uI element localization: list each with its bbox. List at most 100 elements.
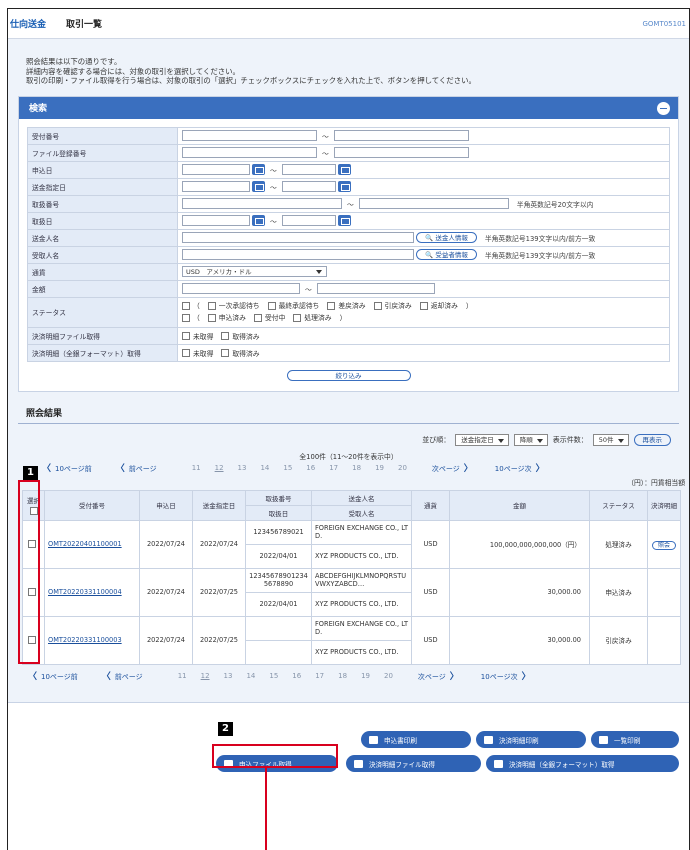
- file-no-to-input[interactable]: [333, 147, 469, 158]
- breadcrumb[interactable]: 仕向送金: [10, 17, 46, 30]
- remit-date-to-input[interactable]: [281, 181, 336, 192]
- order-select[interactable]: 降順: [513, 433, 548, 446]
- beneficiary-info-button[interactable]: 🔍 受益者情報: [416, 249, 477, 260]
- calendar-icon[interactable]: [252, 181, 265, 192]
- prev-link[interactable]: 〈前ページ: [98, 669, 143, 682]
- redisplay-button[interactable]: 再表示: [633, 433, 671, 446]
- remitter-input[interactable]: [182, 232, 414, 243]
- page-link[interactable]: 19: [375, 464, 384, 472]
- status-checkbox[interactable]: [207, 302, 216, 310]
- calendar-icon[interactable]: [252, 215, 265, 226]
- handle-no-to-input[interactable]: [358, 198, 509, 209]
- prev-link[interactable]: 〈前ページ: [112, 461, 157, 474]
- get-detail-file-button[interactable]: 決済明細ファイル取得: [346, 755, 481, 772]
- page-link[interactable]: 14: [260, 464, 269, 472]
- count-select[interactable]: 50件: [592, 433, 629, 446]
- calendar-icon[interactable]: [337, 181, 351, 192]
- page-link[interactable]: 15: [283, 464, 292, 472]
- paren: （: [193, 314, 200, 322]
- status-all-checkbox[interactable]: [182, 302, 190, 310]
- prev10-link[interactable]: 〈 10ページ前: [24, 669, 78, 682]
- status-checkbox[interactable]: [253, 314, 262, 322]
- remit-date-from-input[interactable]: [182, 181, 250, 192]
- amount-from-input[interactable]: [182, 283, 300, 294]
- tilde: ～: [322, 149, 329, 158]
- receipt-from-input[interactable]: [182, 130, 317, 141]
- page-link[interactable]: 18: [338, 672, 347, 680]
- status-checkbox[interactable]: [293, 314, 302, 322]
- status-checkbox[interactable]: [419, 302, 428, 310]
- status-checkbox[interactable]: [327, 302, 336, 310]
- detail-button[interactable]: 照会: [651, 540, 676, 550]
- input-note: 半角英数記号139文字以内/前方一致: [484, 234, 596, 243]
- remit-date: 2022/07/25: [192, 567, 246, 617]
- page-link[interactable]: 11: [192, 464, 201, 472]
- print-list-button[interactable]: 一覧印刷: [591, 731, 679, 748]
- table-row[interactable]: OMT20220331100004 2022/07/24 2022/07/25 …: [22, 567, 681, 617]
- receipt-link[interactable]: OMT20220331100003: [48, 636, 122, 644]
- status-checkbox[interactable]: [373, 302, 382, 310]
- chevron-left-icon: 〈: [115, 464, 125, 474]
- col-detail: 決済明細: [647, 489, 681, 521]
- page-link[interactable]: 18: [352, 464, 361, 472]
- page-title: 取引一覧: [66, 20, 103, 30]
- beneficiary-input[interactable]: [182, 249, 414, 260]
- calendar-icon[interactable]: [337, 164, 351, 175]
- next10-link[interactable]: 10ページ次〉: [495, 461, 549, 474]
- page-link[interactable]: 13: [224, 672, 233, 680]
- handle-no-from-input[interactable]: [182, 198, 342, 209]
- file-no-from-input[interactable]: [182, 147, 317, 158]
- pager-top: 〈 10ページ前 〈前ページ 11 12 13 14 15 16 17 18 19…: [8, 461, 689, 475]
- apply-date-from-input[interactable]: [182, 164, 250, 175]
- prev10-link[interactable]: 〈 10ページ前: [38, 461, 92, 474]
- receipt-to-input[interactable]: [333, 130, 469, 141]
- page-link[interactable]: 16: [292, 672, 301, 680]
- page-link[interactable]: 16: [306, 464, 315, 472]
- remitter-info-button[interactable]: 🔍 送金人情報: [416, 232, 477, 243]
- handle-date-to-input[interactable]: [281, 215, 336, 226]
- sort-select[interactable]: 送金指定日: [455, 433, 509, 446]
- zengin-acquired-checkbox[interactable]: [221, 348, 230, 357]
- calendar-icon[interactable]: [337, 215, 351, 226]
- page-link[interactable]: 11: [178, 672, 187, 680]
- receipt-link[interactable]: OMT20220401100001: [48, 540, 122, 548]
- search-panel: 検索 受付番号 ～ ファイル登録番号 ～ 申込日 ～ 送金指定日 ～ 取扱番号 …: [18, 95, 679, 392]
- next-link[interactable]: 次ページ〉: [432, 461, 477, 474]
- get-zengin-button[interactable]: 決済明細（全銀フォーマット）取得: [486, 755, 679, 772]
- highlight-apply-file-button: [212, 744, 338, 768]
- file-not-acquired-checkbox[interactable]: [182, 331, 190, 340]
- status-checkbox[interactable]: [267, 302, 276, 310]
- page-link[interactable]: 15: [269, 672, 278, 680]
- next-link[interactable]: 次ページ〉: [418, 669, 463, 682]
- field-label: 取扱日: [27, 211, 178, 230]
- currency-select[interactable]: USD アメリカ・ドル: [182, 266, 327, 277]
- print-apply-button[interactable]: 申込書印刷: [361, 731, 471, 748]
- receipt-link[interactable]: OMT20220331100004: [48, 588, 122, 596]
- page-link[interactable]: 19: [361, 672, 370, 680]
- zengin-not-acquired-checkbox[interactable]: [182, 348, 190, 357]
- print-apply-label: 申込書印刷: [384, 736, 417, 745]
- table-row[interactable]: OMT20220331100003 2022/07/24 2022/07/25 …: [22, 615, 681, 665]
- currency: USD: [411, 615, 450, 665]
- page-link[interactable]: 17: [329, 464, 338, 472]
- calendar-icon[interactable]: [252, 164, 265, 175]
- apply-date-to-input[interactable]: [281, 164, 336, 175]
- narrow-button[interactable]: 絞り込み: [286, 369, 411, 381]
- handle-date-from-input[interactable]: [182, 215, 250, 226]
- field-label: ファイル登録番号: [27, 143, 178, 162]
- file-acquired-checkbox[interactable]: [221, 331, 230, 340]
- status-label: 最終承認待ち: [278, 302, 320, 310]
- collapse-icon[interactable]: [657, 101, 670, 115]
- status-checkbox[interactable]: [207, 314, 216, 322]
- tilde: ～: [305, 285, 312, 294]
- next10-link[interactable]: 10ページ次〉: [481, 669, 535, 682]
- page-link[interactable]: 17: [315, 672, 324, 680]
- page-link[interactable]: 20: [398, 464, 407, 472]
- status-group-checkbox[interactable]: [182, 314, 190, 322]
- amount-to-input[interactable]: [316, 283, 435, 294]
- page-link[interactable]: 14: [246, 672, 255, 680]
- page-link[interactable]: 20: [384, 672, 393, 680]
- print-detail-button[interactable]: 決済明細印刷: [476, 731, 586, 748]
- page-link[interactable]: 13: [238, 464, 247, 472]
- table-row[interactable]: OMT20220401100001 2022/07/24 2022/07/24 …: [22, 519, 681, 569]
